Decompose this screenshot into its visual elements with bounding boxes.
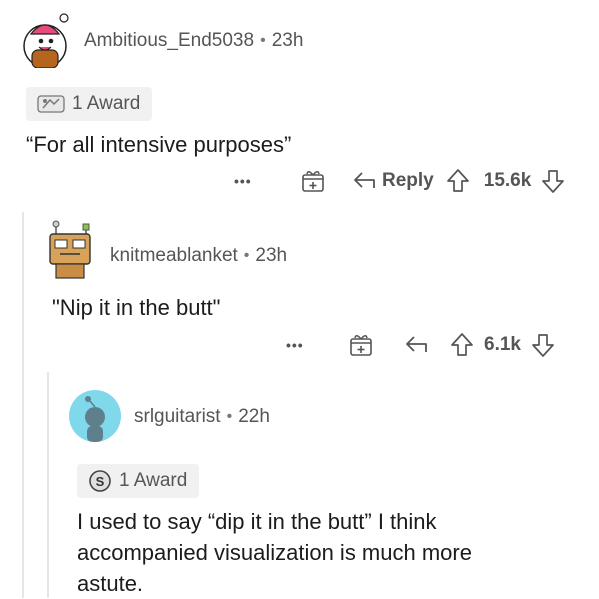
username[interactable]: Ambitious_End5038 bbox=[84, 30, 254, 52]
upvote-arrow-icon bbox=[446, 169, 469, 192]
avatar[interactable] bbox=[44, 220, 96, 282]
downvote-button[interactable] bbox=[541, 168, 565, 194]
reply-button[interactable]: Reply bbox=[352, 170, 434, 192]
separator-dot: • bbox=[243, 247, 250, 264]
give-award-button[interactable] bbox=[300, 168, 326, 194]
silver-award-icon: S bbox=[89, 470, 111, 492]
timestamp: 23h bbox=[271, 30, 304, 51]
username[interactable]: knitmeablanket bbox=[110, 245, 238, 267]
award-badge[interactable]: 1 Award bbox=[26, 87, 153, 121]
svg-text:S: S bbox=[96, 474, 105, 489]
upvote-arrow-icon bbox=[451, 333, 473, 356]
vote-count: 15.6k bbox=[483, 170, 532, 191]
username[interactable]: srlguitarist bbox=[134, 406, 221, 428]
award-label: 1 Award bbox=[72, 93, 141, 114]
vote-count: 6.1k bbox=[484, 334, 521, 355]
reply-arrow-icon bbox=[406, 336, 427, 352]
comment-body: I used to say “dip it in the butt” I thi… bbox=[77, 509, 472, 596]
upvote-button[interactable] bbox=[446, 168, 470, 194]
avatar[interactable] bbox=[69, 390, 121, 442]
more-options-button[interactable]: ••• bbox=[234, 173, 274, 189]
more-options-button[interactable]: ••• bbox=[286, 337, 326, 353]
comment-body: “For all intensive purposes” bbox=[26, 132, 292, 157]
comment-actions: ••• 6.1k bbox=[286, 332, 555, 358]
downvote-arrow-icon bbox=[532, 334, 554, 357]
comment-body: "Nip it in the butt" bbox=[52, 295, 221, 320]
thread-line-level-2 bbox=[47, 372, 49, 598]
award-icon bbox=[37, 95, 65, 113]
reply-label: Reply bbox=[382, 170, 434, 191]
timestamp: 23h bbox=[255, 245, 288, 266]
timestamp: 22h bbox=[238, 406, 270, 427]
reply-button[interactable] bbox=[404, 334, 430, 356]
upvote-button[interactable] bbox=[450, 332, 474, 358]
snoo-avatar-icon bbox=[23, 13, 69, 68]
downvote-button[interactable] bbox=[531, 332, 555, 358]
separator-dot: • bbox=[260, 32, 266, 49]
downvote-arrow-icon bbox=[542, 170, 565, 193]
thread-line-level-1 bbox=[22, 212, 24, 598]
separator-dot: • bbox=[226, 408, 233, 425]
gift-icon bbox=[350, 335, 372, 356]
comment-actions: ••• Reply 15.6k bbox=[234, 168, 565, 194]
reply-arrow-icon bbox=[354, 172, 375, 188]
avatar[interactable] bbox=[20, 12, 70, 68]
give-award-button[interactable] bbox=[348, 332, 374, 358]
robot-avatar-icon bbox=[49, 220, 91, 279]
gift-icon bbox=[302, 171, 324, 192]
snoo-avatar-icon bbox=[85, 396, 105, 442]
award-label: 1 Award bbox=[119, 470, 188, 491]
award-badge[interactable]: S 1 Award bbox=[77, 464, 200, 498]
